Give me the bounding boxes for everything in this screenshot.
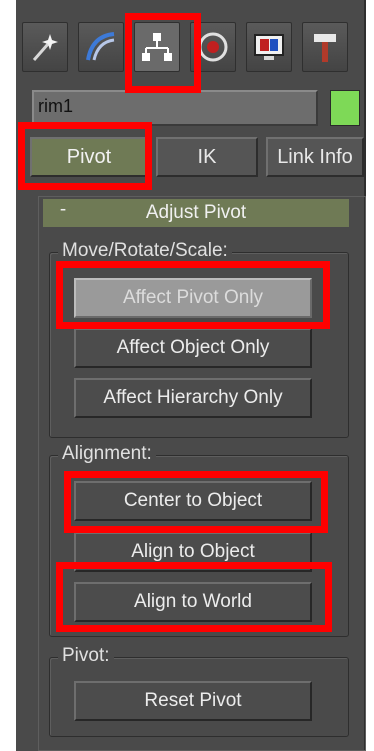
tab-modify[interactable] bbox=[78, 22, 124, 72]
tab-ik[interactable]: IK bbox=[156, 137, 258, 177]
tab-utilities[interactable] bbox=[302, 22, 348, 72]
collapse-icon: - bbox=[59, 199, 67, 220]
motion-icon bbox=[198, 32, 228, 62]
object-color-swatch[interactable] bbox=[330, 90, 360, 126]
reset-pivot-button[interactable]: Reset Pivot bbox=[74, 681, 312, 721]
group-label-move-rotate-scale: Move/Rotate/Scale: bbox=[58, 240, 232, 262]
center-to-object-button[interactable]: Center to Object bbox=[74, 481, 312, 521]
align-to-object-button[interactable]: Align to Object bbox=[74, 532, 312, 572]
pivot-group: Pivot: Reset Pivot bbox=[49, 645, 349, 737]
utilities-hammer-icon bbox=[314, 34, 336, 62]
affect-pivot-only-button[interactable]: Affect Pivot Only bbox=[74, 278, 312, 318]
tab-motion[interactable] bbox=[190, 22, 236, 72]
hierarchy-subtabs: Pivot IK Link Info bbox=[30, 137, 366, 177]
alignment-group: Alignment: Center to Object Align to Obj… bbox=[49, 443, 349, 637]
create-wand-icon bbox=[32, 34, 58, 61]
command-panel-tabs bbox=[16, 16, 366, 78]
command-panel: rim1 Pivot IK Link Info - Adjust Pivot M… bbox=[16, 0, 366, 751]
tab-display[interactable] bbox=[246, 22, 292, 72]
display-monitor-icon bbox=[254, 34, 284, 60]
group-label-pivot: Pivot: bbox=[58, 645, 114, 667]
object-name-field[interactable]: rim1 bbox=[32, 90, 318, 126]
tab-hierarchy[interactable] bbox=[134, 22, 180, 72]
align-to-world-button[interactable]: Align to World bbox=[74, 582, 312, 622]
rollout-header[interactable]: - Adjust Pivot bbox=[43, 199, 349, 227]
tab-pivot[interactable]: Pivot bbox=[30, 137, 148, 177]
tab-link-info[interactable]: Link Info bbox=[266, 137, 364, 177]
rollout-title: Adjust Pivot bbox=[145, 202, 247, 223]
modify-arc-icon bbox=[86, 32, 115, 61]
object-name-row: rim1 bbox=[32, 90, 366, 126]
move-rotate-scale-group: Move/Rotate/Scale: Affect Pivot Only Aff… bbox=[49, 240, 349, 438]
adjust-pivot-rollout: - Adjust Pivot Move/Rotate/Scale: Affect… bbox=[38, 196, 366, 751]
hierarchy-icon bbox=[142, 33, 172, 61]
affect-hierarchy-only-button[interactable]: Affect Hierarchy Only bbox=[74, 378, 312, 418]
affect-object-only-button[interactable]: Affect Object Only bbox=[74, 328, 312, 368]
tab-create[interactable] bbox=[22, 22, 68, 72]
group-label-alignment: Alignment: bbox=[58, 443, 156, 465]
